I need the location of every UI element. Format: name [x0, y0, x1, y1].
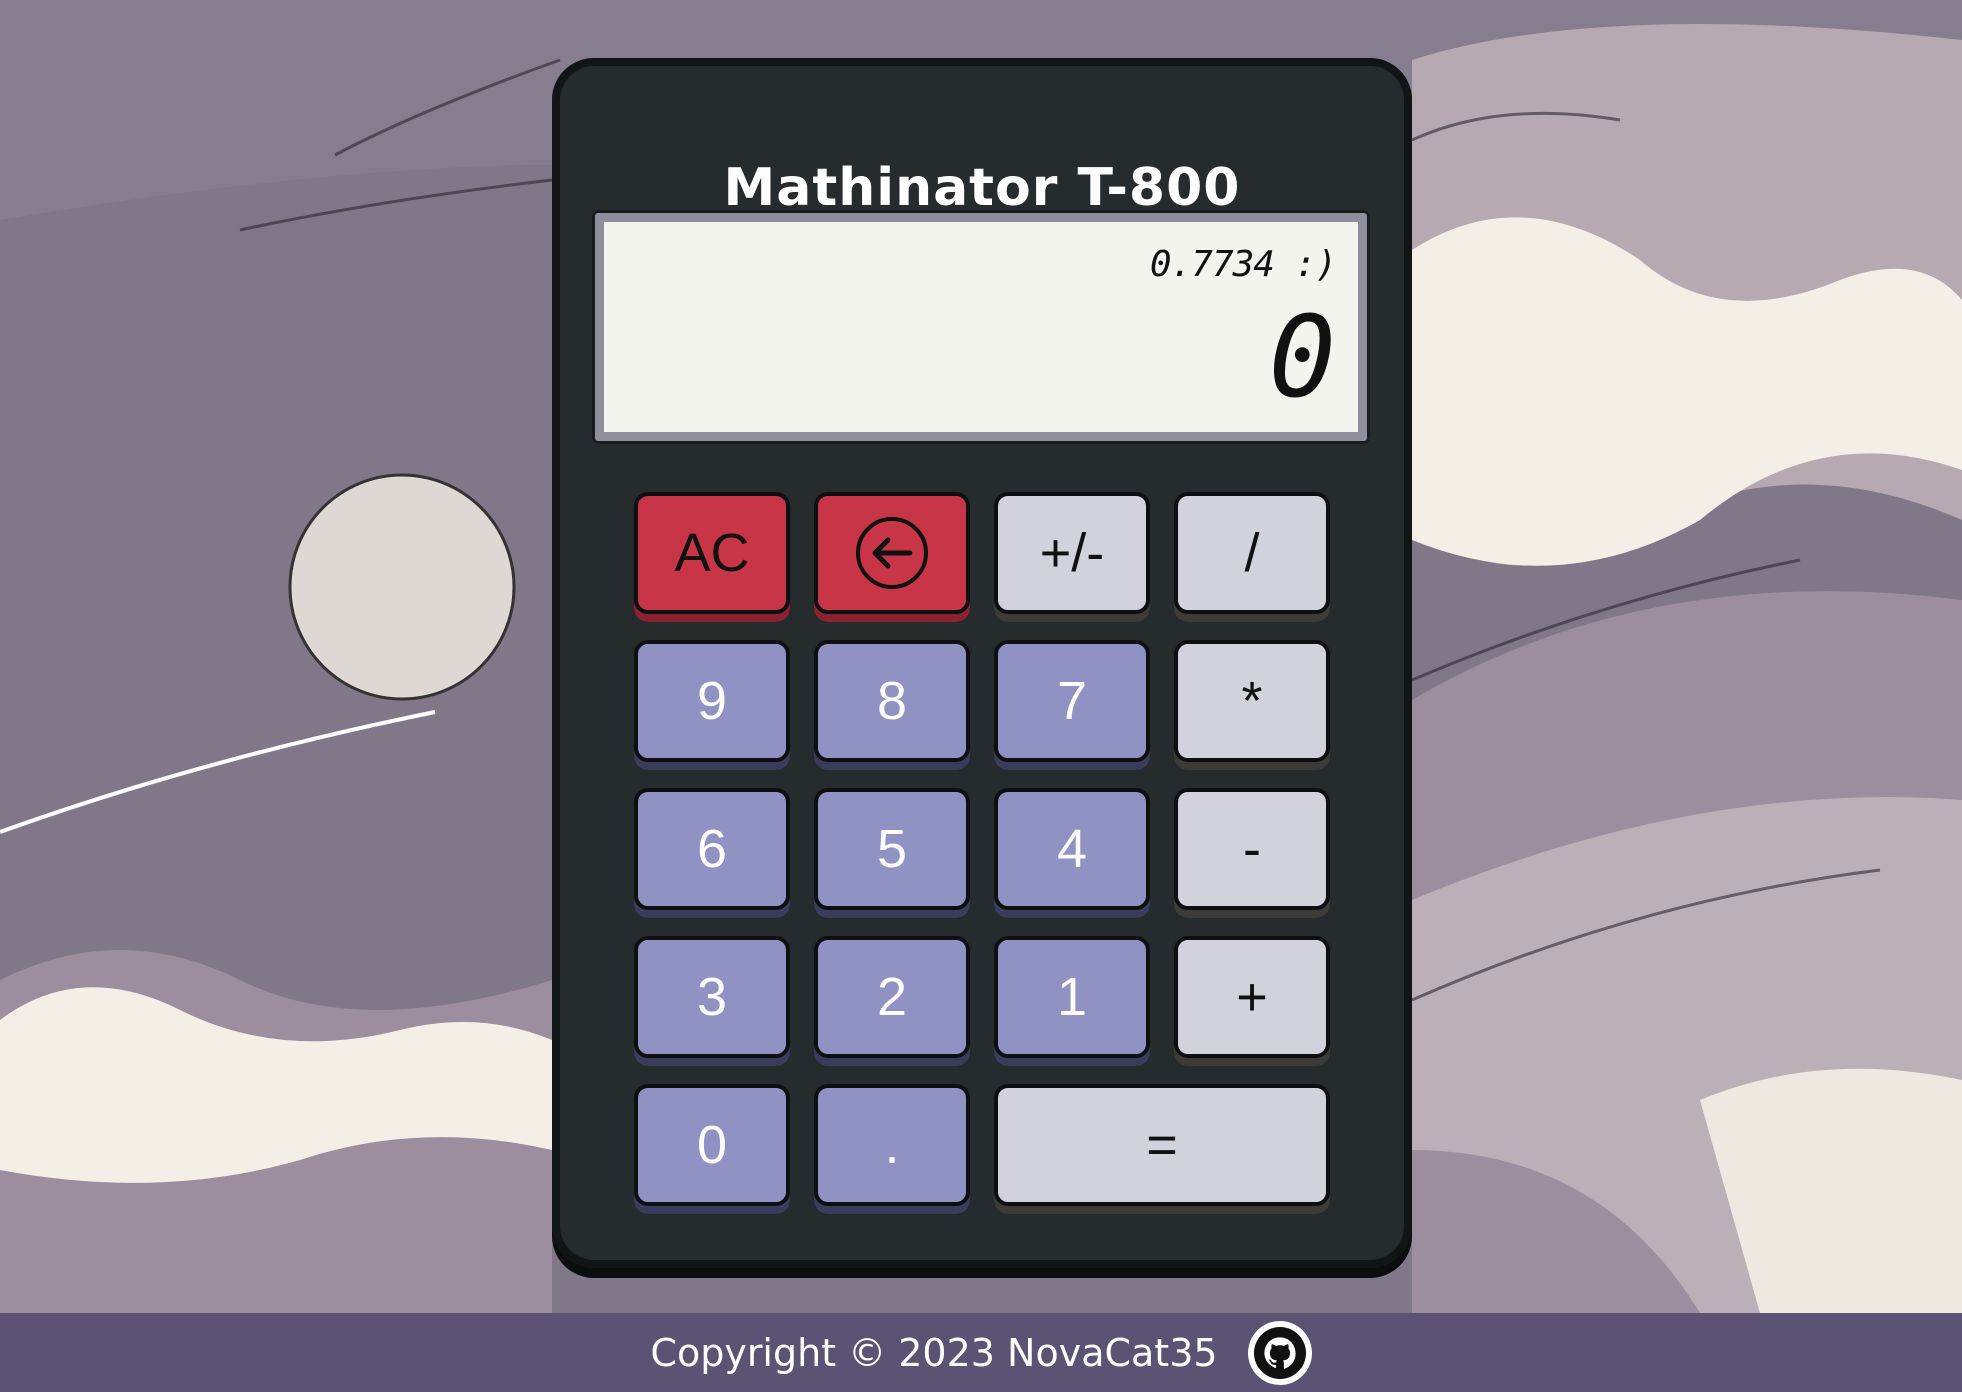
- calculator: Mathinator T-800 0.7734 :) 0 AC +/- / 9 …: [552, 58, 1412, 1268]
- eight-button[interactable]: 8: [814, 640, 970, 762]
- decimal-button[interactable]: .: [814, 1084, 970, 1206]
- backspace-button[interactable]: [814, 492, 970, 614]
- current-value: 0: [1268, 293, 1336, 423]
- six-button[interactable]: 6: [634, 788, 790, 910]
- five-button[interactable]: 5: [814, 788, 970, 910]
- subtract-button[interactable]: -: [1174, 788, 1330, 910]
- equals-button[interactable]: =: [994, 1084, 1330, 1206]
- add-button[interactable]: +: [1174, 936, 1330, 1058]
- one-button[interactable]: 1: [994, 936, 1150, 1058]
- arrow-left-circle-icon: [856, 517, 928, 589]
- display: 0.7734 :) 0: [592, 210, 1370, 444]
- three-button[interactable]: 3: [634, 936, 790, 1058]
- calculator-title: Mathinator T-800: [723, 158, 1241, 218]
- github-icon[interactable]: [1247, 1320, 1312, 1385]
- divide-button[interactable]: /: [1174, 492, 1330, 614]
- clear-button[interactable]: AC: [634, 492, 790, 614]
- zero-button[interactable]: 0: [634, 1084, 790, 1206]
- nine-button[interactable]: 9: [634, 640, 790, 762]
- seven-button[interactable]: 7: [994, 640, 1150, 762]
- footer: Copyright © 2023 NovaCat35: [0, 1313, 1962, 1392]
- four-button[interactable]: 4: [994, 788, 1150, 910]
- multiply-button[interactable]: *: [1174, 640, 1330, 762]
- display-screen: 0.7734 :) 0: [604, 222, 1358, 432]
- previous-value: 0.7734 :): [1149, 244, 1337, 285]
- two-button[interactable]: 2: [814, 936, 970, 1058]
- negate-button[interactable]: +/-: [994, 492, 1150, 614]
- copyright-text: Copyright © 2023 NovaCat35: [650, 1330, 1218, 1375]
